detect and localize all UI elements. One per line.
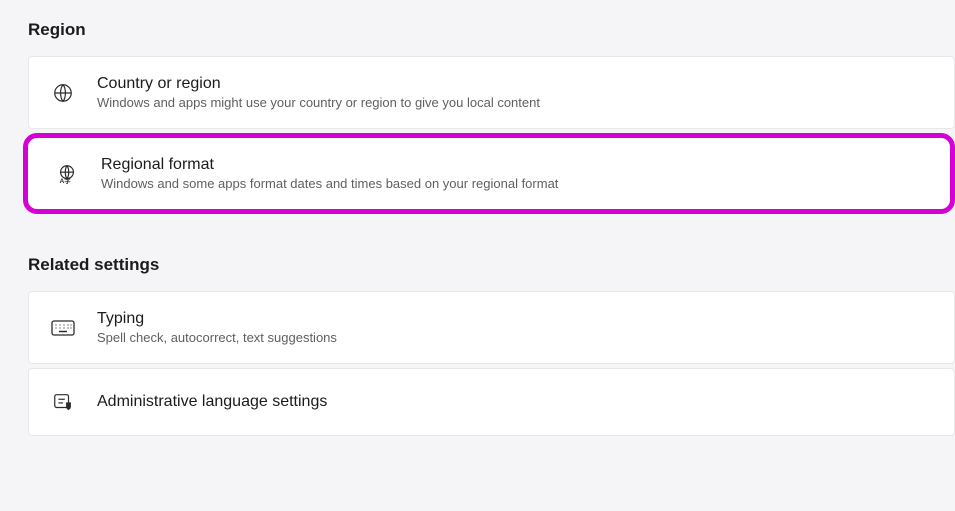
- globe-language-icon: A字: [55, 162, 79, 186]
- related-settings-header: Related settings: [28, 255, 955, 275]
- card-subtitle: Spell check, autocorrect, text suggestio…: [97, 330, 932, 345]
- card-title: Country or region: [97, 75, 932, 93]
- card-title: Administrative language settings: [97, 393, 932, 411]
- card-subtitle: Windows and apps might use your country …: [97, 95, 932, 110]
- card-content: Typing Spell check, autocorrect, text su…: [97, 310, 932, 345]
- section-gap: [28, 217, 955, 255]
- language-shield-icon: [51, 390, 75, 414]
- admin-language-card[interactable]: Administrative language settings: [28, 368, 955, 436]
- svg-text:A字: A字: [60, 176, 72, 185]
- keyboard-icon: [51, 316, 75, 340]
- region-section: Region Country or region Windows and app…: [28, 20, 955, 214]
- globe-icon: [51, 81, 75, 105]
- related-settings-section: Related settings Typing Spell check, aut…: [28, 255, 955, 436]
- card-content: Regional format Windows and some apps fo…: [101, 156, 928, 191]
- card-content: Country or region Windows and apps might…: [97, 75, 932, 110]
- card-subtitle: Windows and some apps format dates and t…: [101, 176, 928, 191]
- card-content: Administrative language settings: [97, 393, 932, 411]
- region-header: Region: [28, 20, 955, 40]
- card-title: Regional format: [101, 156, 928, 174]
- regional-format-card[interactable]: A字 Regional format Windows and some apps…: [23, 133, 955, 214]
- card-title: Typing: [97, 310, 932, 328]
- typing-card[interactable]: Typing Spell check, autocorrect, text su…: [28, 291, 955, 364]
- country-or-region-card[interactable]: Country or region Windows and apps might…: [28, 56, 955, 129]
